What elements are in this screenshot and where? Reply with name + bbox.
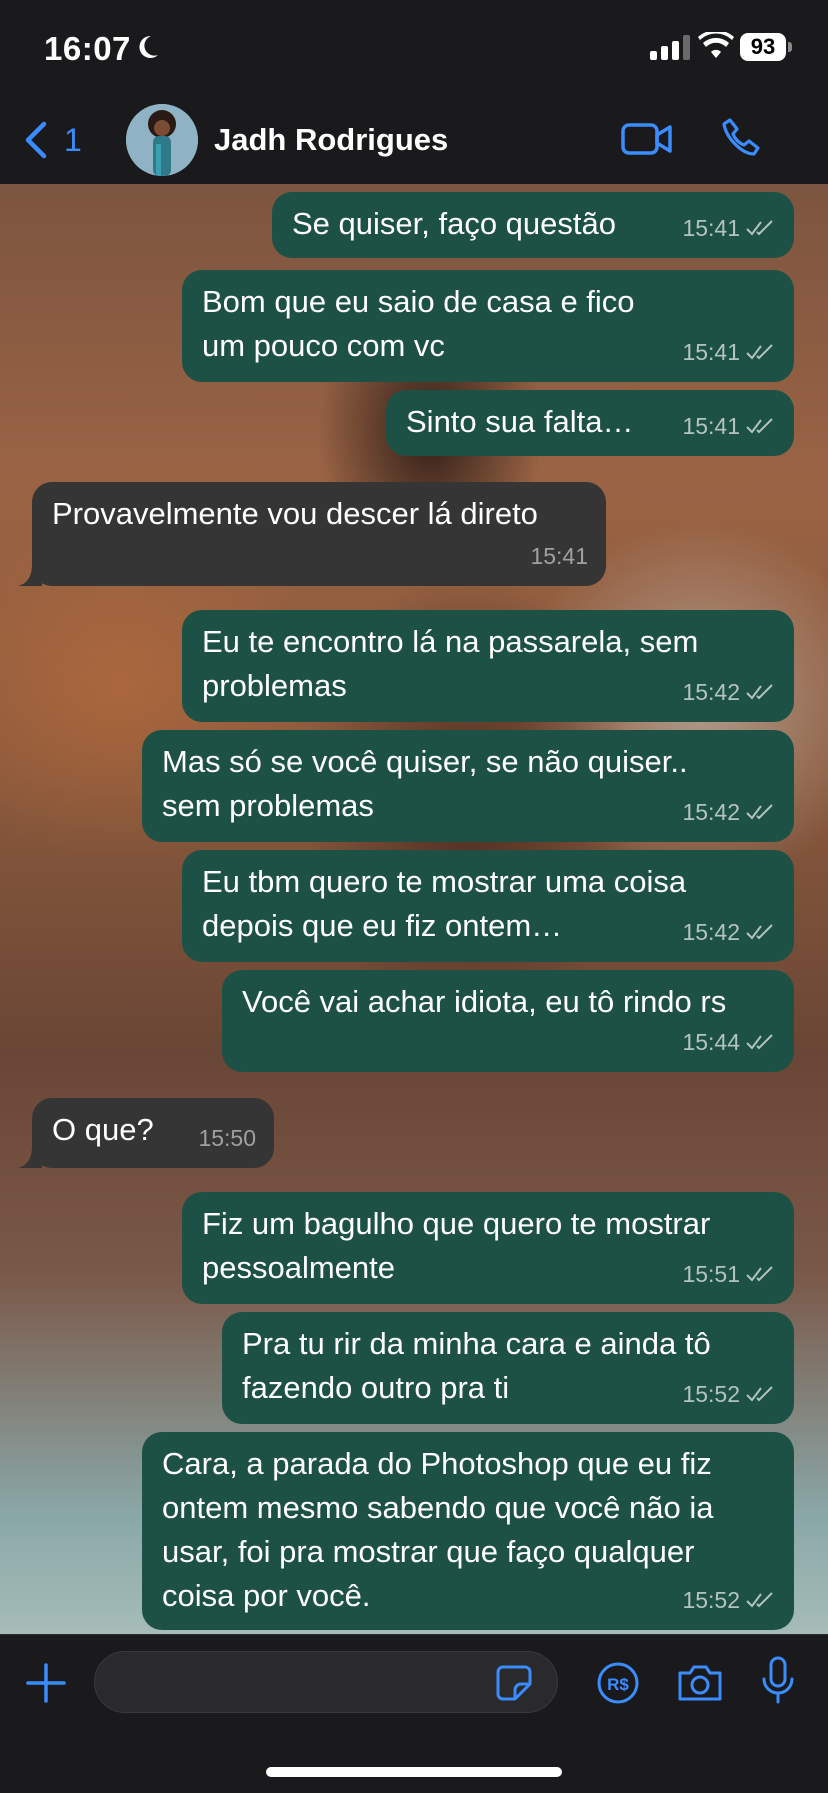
bubble-tail	[18, 564, 42, 586]
message-bubble[interactable]: Eu tbm quero te mostrar uma coisa depois…	[182, 850, 794, 962]
message-bubble[interactable]: Provavelmente vou descer lá direto 15:41	[18, 482, 606, 586]
double-check-icon	[746, 924, 773, 940]
message-time: 15:42	[682, 799, 740, 825]
message-input[interactable]	[115, 1662, 469, 1704]
double-check-icon	[746, 1034, 773, 1050]
message-text: Eu tbm quero te mostrar uma coisa depois…	[202, 864, 687, 943]
message-meta: 15:51	[682, 1252, 776, 1296]
home-indicator[interactable]	[266, 1767, 562, 1777]
message-meta: 15:42	[682, 790, 776, 834]
message-bubble[interactable]: O que? 15:50	[18, 1098, 274, 1168]
message-list[interactable]: Se quiser, faço questão 15:41 Bom que eu…	[0, 184, 828, 1634]
wifi-icon	[698, 32, 734, 58]
message-bubble[interactable]: Se quiser, faço questão 15:41	[272, 192, 794, 258]
double-check-icon	[746, 1592, 773, 1608]
message-meta: 15:42	[682, 910, 776, 954]
chevron-left-icon	[25, 121, 47, 159]
message-text: Você vai achar idiota, eu tô rindo rs	[242, 984, 727, 1019]
message-meta: 15:52	[682, 1578, 776, 1622]
message-time: 15:52	[682, 1381, 740, 1407]
bubble-tail	[18, 1146, 42, 1168]
message-time: 15:41	[530, 543, 588, 569]
message-meta: 15:41	[530, 534, 588, 578]
message-time: 15:52	[682, 1587, 740, 1613]
double-check-icon	[746, 1266, 773, 1282]
message-composer: R$	[0, 1634, 828, 1793]
status-time: 16:07	[44, 30, 131, 67]
unread-count: 1	[64, 121, 82, 158]
message-time: 15:41	[682, 339, 740, 365]
message-text: Bom que eu saio de casa e fico um pouco …	[202, 284, 635, 363]
message-bubble[interactable]: Bom que eu saio de casa e fico um pouco …	[182, 270, 794, 382]
double-check-icon	[746, 344, 773, 360]
message-meta: 15:44	[682, 1020, 776, 1064]
message-bubble[interactable]: Mas só se você quiser, se não quiser.. s…	[142, 730, 794, 842]
message-bubble[interactable]: Pra tu rir da minha cara e ainda tô faze…	[222, 1312, 794, 1424]
microphone-icon[interactable]	[760, 1655, 796, 1705]
double-check-icon	[746, 220, 773, 236]
double-check-icon	[746, 1386, 773, 1402]
message-meta: 15:41	[682, 404, 776, 448]
message-bubble[interactable]: Sinto sua falta… 15:41	[386, 390, 794, 456]
message-bubble[interactable]: Eu te encontro lá na passarela, sem prob…	[182, 610, 794, 722]
message-time: 15:42	[682, 919, 740, 945]
message-bubble[interactable]: Você vai achar idiota, eu tô rindo rs 15…	[222, 970, 794, 1072]
message-time: 15:51	[682, 1261, 740, 1287]
double-check-icon	[746, 804, 773, 820]
phone-icon[interactable]	[720, 116, 764, 160]
chat-header: 1 Jadh Rodrigues	[0, 96, 828, 185]
sticker-icon[interactable]	[495, 1664, 533, 1702]
svg-text:R$: R$	[607, 1675, 629, 1694]
message-time: 15:41	[682, 215, 740, 241]
message-meta: 15:41	[682, 330, 776, 374]
cellular-signal-icon	[650, 34, 690, 60]
video-camera-icon[interactable]	[620, 118, 674, 160]
message-bubble[interactable]: Cara, a parada do Photoshop que eu fiz o…	[142, 1432, 794, 1630]
message-time: 15:41	[682, 413, 740, 439]
battery-cap	[788, 42, 792, 52]
battery-indicator: 93	[740, 33, 786, 61]
camera-icon[interactable]	[676, 1661, 724, 1705]
message-text: Provavelmente vou descer lá direto	[52, 496, 538, 531]
moon-icon	[139, 35, 158, 58]
message-time: 15:50	[198, 1125, 256, 1151]
avatar[interactable]	[126, 104, 198, 176]
plus-icon[interactable]	[24, 1661, 68, 1705]
message-time: 15:44	[682, 1029, 740, 1055]
message-meta: 15:50	[198, 1116, 256, 1160]
pix-payment-icon[interactable]: R$	[596, 1661, 640, 1705]
status-bar: 16:07 93	[0, 0, 828, 96]
message-text: Mas só se você quiser, se não quiser.. s…	[162, 744, 688, 823]
double-check-icon	[746, 684, 773, 700]
message-bubble[interactable]: Fiz um bagulho que quero te mostrar pess…	[182, 1192, 794, 1304]
message-meta: 15:42	[682, 670, 776, 714]
message-meta: 15:41	[682, 206, 776, 250]
message-time: 15:42	[682, 679, 740, 705]
double-check-icon	[746, 418, 773, 434]
message-meta: 15:52	[682, 1372, 776, 1416]
message-input-container[interactable]	[94, 1651, 558, 1713]
contact-name[interactable]: Jadh Rodrigues	[214, 122, 448, 158]
back-button[interactable]: 1	[22, 120, 82, 160]
